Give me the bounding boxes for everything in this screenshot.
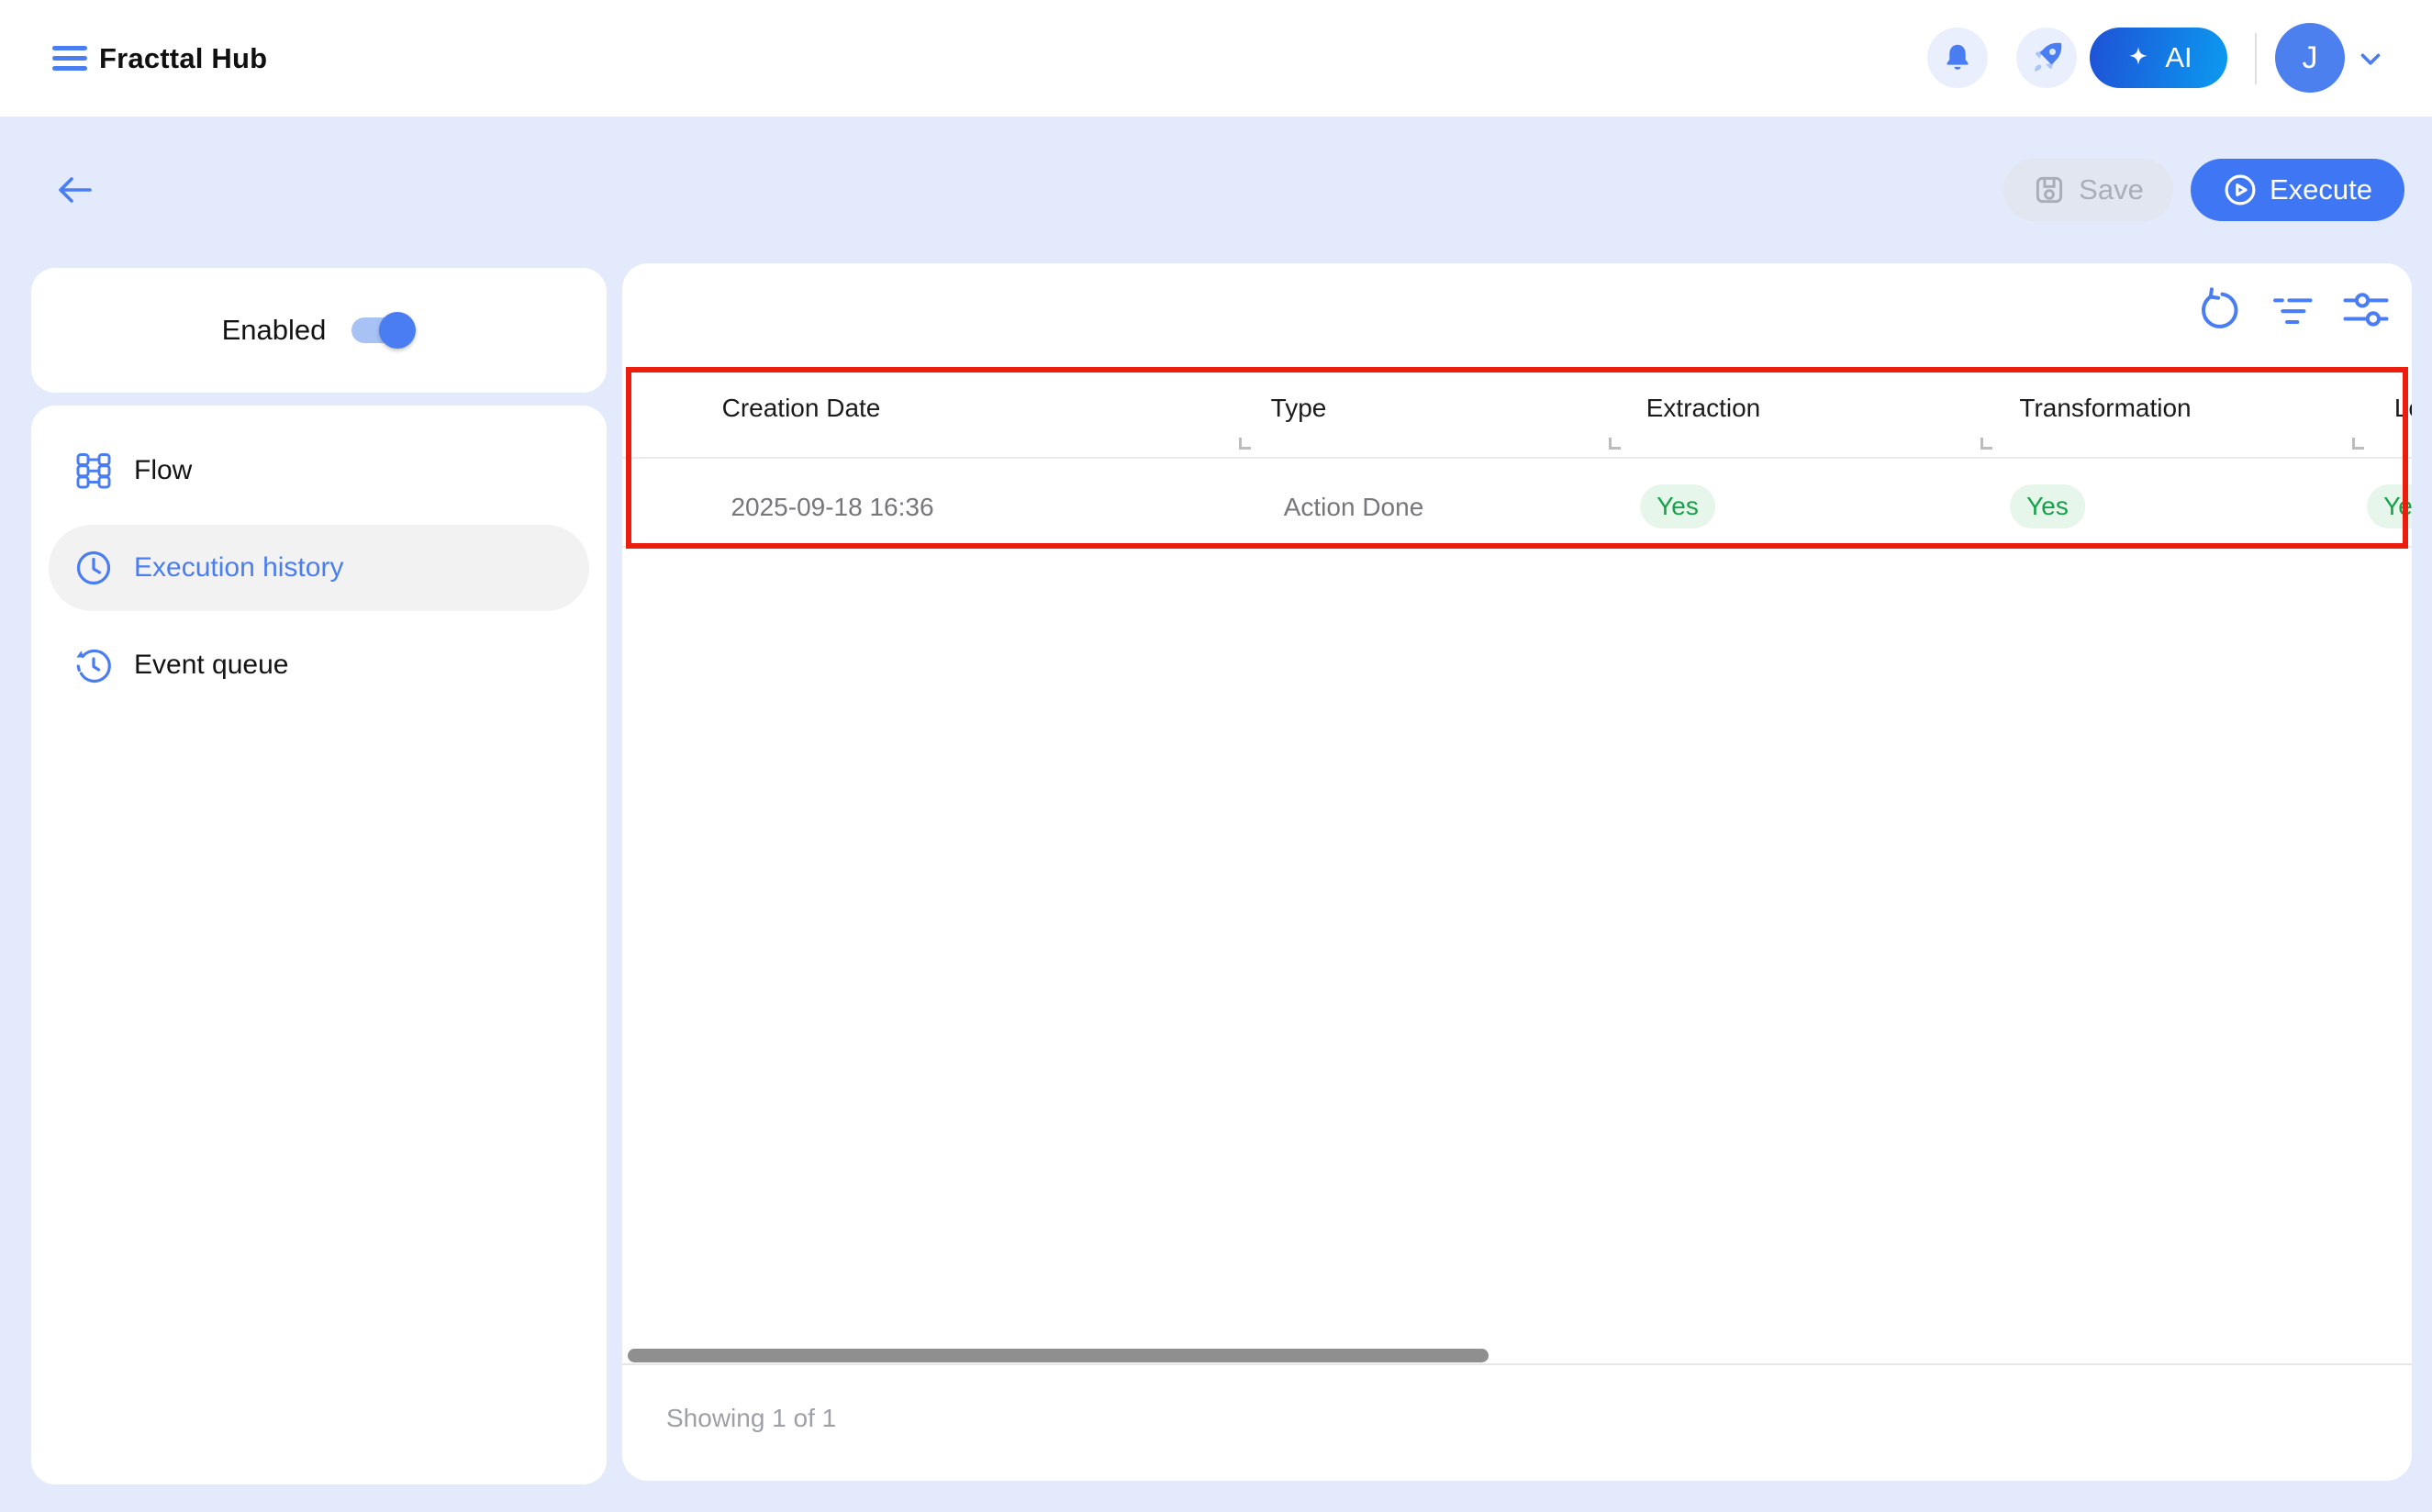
enabled-toggle[interactable] — [351, 312, 416, 349]
arrow-left-icon — [51, 168, 95, 212]
enabled-card: Enabled — [31, 268, 607, 393]
clock-icon — [73, 548, 114, 588]
column-resize-handle[interactable] — [1609, 438, 1621, 450]
status-badge-load: Yes — [2367, 484, 2412, 528]
launcher-button[interactable] — [2016, 28, 2077, 88]
ai-button[interactable]: AI — [2090, 28, 2227, 88]
filter-button[interactable] — [2269, 286, 2316, 334]
app: Fracttal Hub — [0, 0, 2432, 1512]
column-resize-handle[interactable] — [2352, 438, 2364, 450]
execution-history-panel: Creation Date Type Extraction Transforma… — [622, 263, 2412, 1481]
horizontal-scrollbar-track — [622, 1363, 2412, 1365]
bell-icon — [1940, 40, 1975, 75]
execute-button[interactable]: Execute — [2191, 159, 2404, 221]
sidebar-item-flow[interactable]: Flow — [49, 428, 589, 514]
column-resize-handle[interactable] — [1980, 438, 1992, 450]
save-button-label: Save — [2079, 173, 2144, 206]
workflow-icon — [73, 450, 114, 491]
column-header-type[interactable]: Type — [1271, 394, 1327, 423]
column-resize-handle[interactable] — [1239, 438, 1251, 450]
sidebar-item-event-queue[interactable]: Event queue — [49, 622, 589, 708]
sparkle-icon — [2125, 44, 2152, 72]
top-navbar: Fracttal Hub — [0, 0, 2432, 117]
sidebar-item-label: Event queue — [134, 650, 288, 681]
refresh-button[interactable] — [2195, 286, 2243, 334]
rotate-left-icon — [2195, 286, 2243, 334]
chevron-down-icon[interactable] — [2355, 43, 2386, 74]
sliders-icon — [2342, 286, 2390, 334]
filter-lines-icon — [2269, 286, 2316, 334]
column-header-load[interactable]: Load — [2394, 394, 2412, 423]
sidebar-item-label: Flow — [134, 455, 192, 486]
rocket-icon — [2028, 39, 2065, 76]
floppy-disk-icon — [2033, 173, 2066, 206]
play-circle-icon — [2223, 172, 2258, 207]
page-content: Save Execute Enabled — [0, 117, 2432, 1512]
history-clock-icon — [73, 645, 114, 685]
menu-icon[interactable] — [48, 36, 94, 80]
row-divider — [622, 546, 2412, 548]
results-count: Showing 1 of 1 — [666, 1404, 836, 1433]
back-button[interactable] — [51, 168, 95, 212]
cell-type: Action Done — [1284, 493, 1424, 522]
app-title: Fracttal Hub — [99, 0, 267, 117]
enabled-label: Enabled — [222, 314, 327, 347]
notifications-button[interactable] — [1927, 28, 1988, 88]
avatar-initial: J — [2303, 40, 2318, 76]
cell-creation-date: 2025-09-18 16:36 — [731, 493, 933, 522]
column-header-transformation[interactable]: Transformation — [2019, 394, 2191, 423]
status-badge-extraction: Yes — [1640, 484, 1715, 528]
status-badge-transformation: Yes — [2010, 484, 2085, 528]
horizontal-scrollbar-thumb[interactable] — [628, 1349, 1489, 1362]
save-button[interactable]: Save — [2003, 159, 2173, 221]
execute-button-label: Execute — [2270, 173, 2372, 206]
column-header-extraction[interactable]: Extraction — [1646, 394, 1761, 423]
sidebar-item-label: Execution history — [134, 552, 343, 584]
ai-button-label: AI — [2165, 41, 2192, 74]
nav-divider — [2255, 33, 2257, 84]
toggle-knob — [379, 312, 416, 349]
column-settings-button[interactable] — [2342, 286, 2390, 334]
sidebar-menu: Flow Execution history — [31, 406, 607, 1484]
user-avatar[interactable]: J — [2275, 23, 2345, 93]
header-divider — [622, 457, 2412, 459]
sidebar-item-execution-history[interactable]: Execution history — [49, 525, 589, 611]
column-header-creation-date[interactable]: Creation Date — [722, 394, 881, 423]
